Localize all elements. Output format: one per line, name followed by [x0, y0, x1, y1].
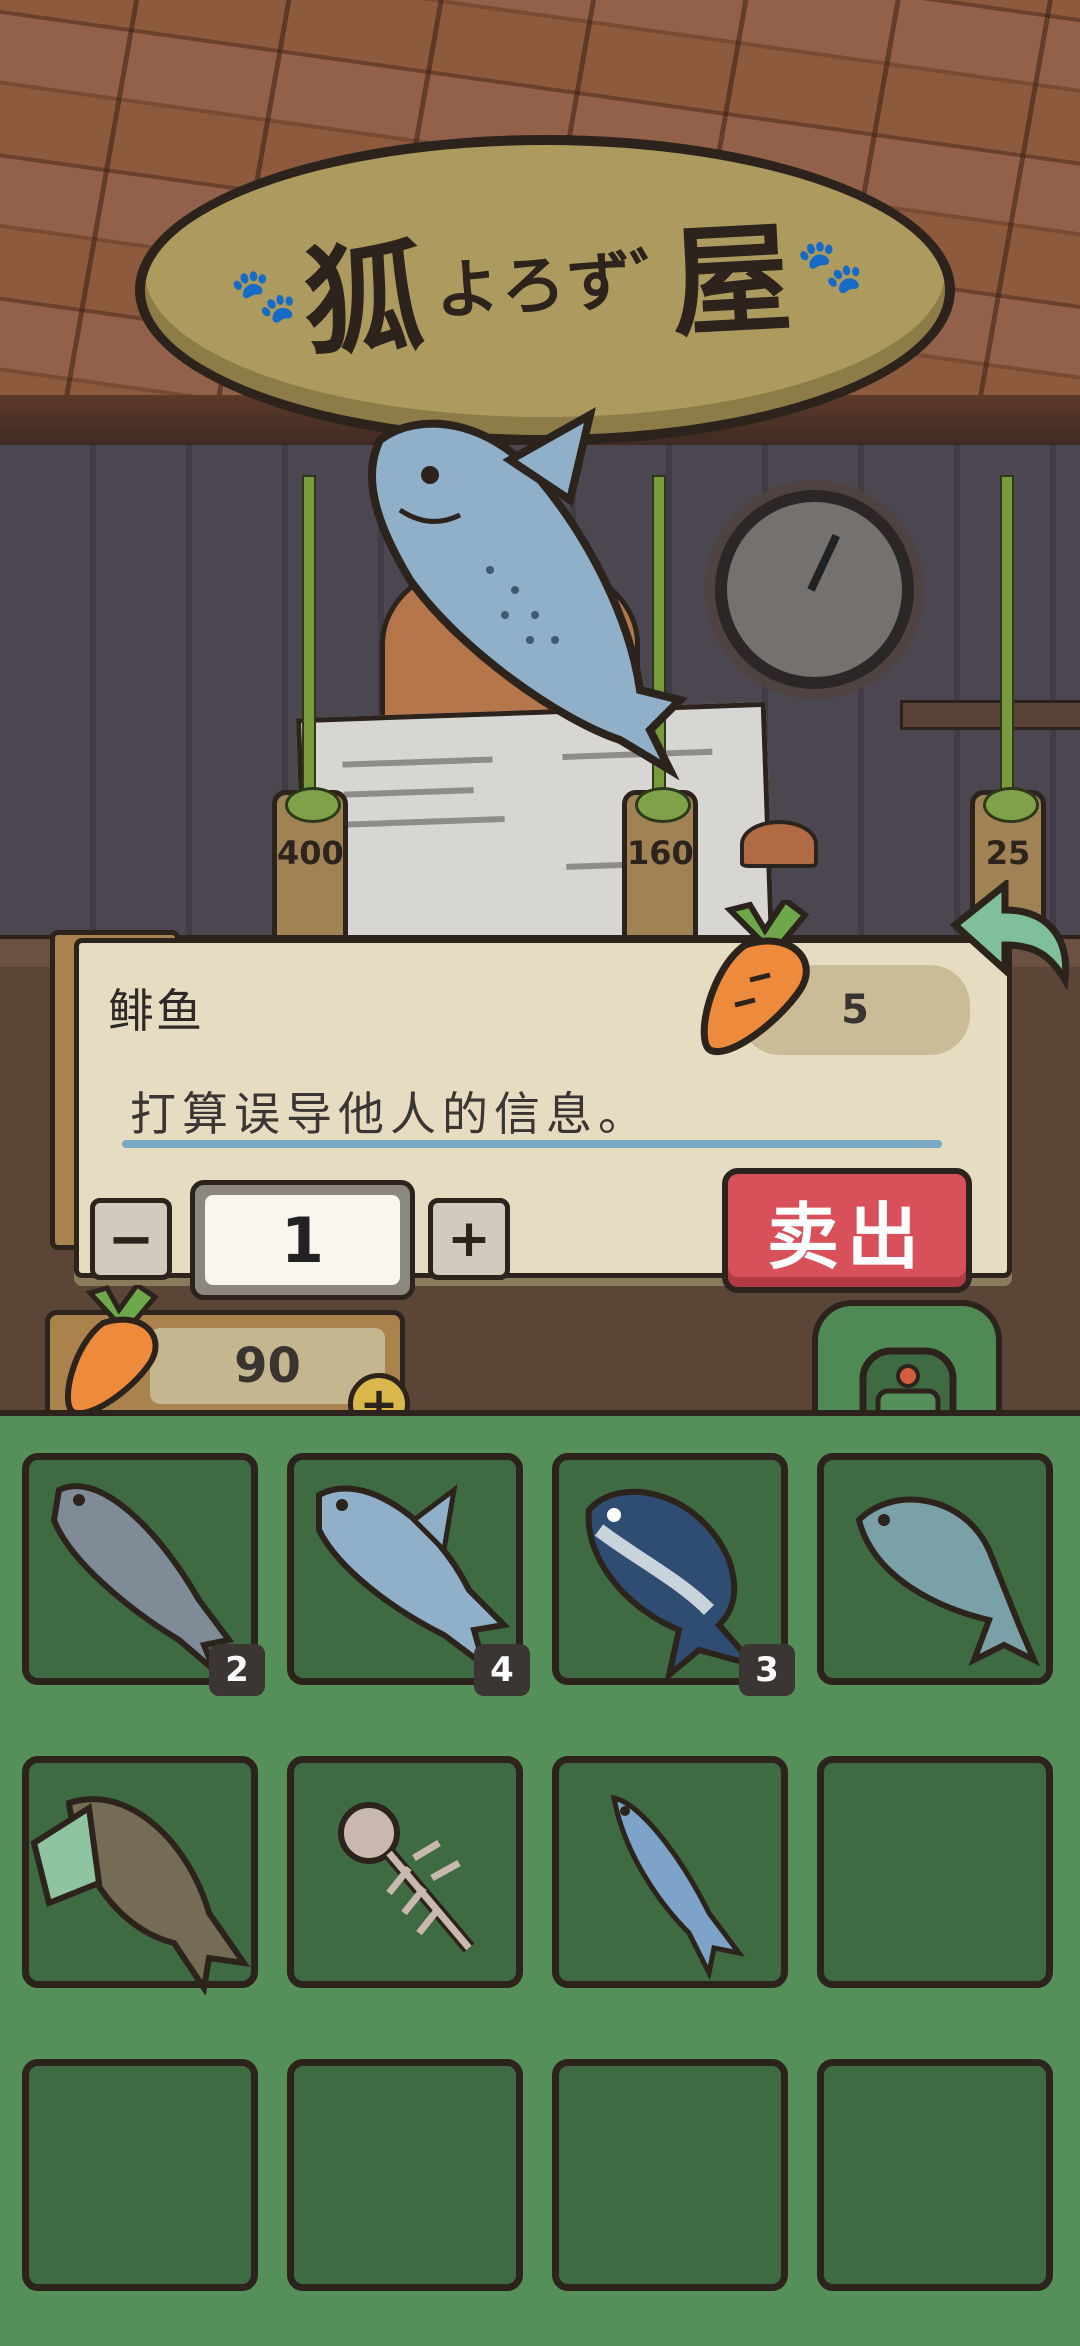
inventory-slot-empty[interactable] [817, 1756, 1053, 1988]
inventory-slot[interactable] [552, 1756, 788, 1988]
fish-bone-icon [338, 1802, 475, 1953]
carrot-icon [700, 900, 810, 1055]
sign-main-char: 狐 [300, 226, 434, 374]
back-arrow-button[interactable] [945, 880, 1075, 990]
sign-end-char: 屋 [667, 207, 801, 355]
tag-string [302, 475, 316, 799]
carrot-currency-icon [64, 1285, 159, 1417]
increase-quantity-button[interactable]: + [428, 1198, 510, 1280]
shelf [900, 700, 1080, 730]
item-count-badge: 4 [474, 1644, 530, 1696]
description-underline [122, 1140, 942, 1148]
item-description: 打算误导他人的信息。 [130, 1087, 650, 1141]
item-count-badge: 2 [209, 1644, 265, 1696]
shop-sign-title: 🐾 狐 よろずﾞ 屋 🐾 [197, 192, 903, 374]
inventory-slot[interactable]: 4 [287, 1453, 530, 1696]
tag-string [1000, 475, 1014, 799]
inventory-slot[interactable]: 2 [22, 1453, 265, 1696]
inventory-slot[interactable]: 3 [552, 1453, 795, 1696]
sardine-fish-icon [855, 1496, 1040, 1667]
inventory-slot[interactable] [817, 1453, 1053, 1685]
price-tag-text: 400 [277, 834, 344, 872]
mushroom-icon [740, 820, 818, 868]
item-count-badge: 3 [739, 1644, 795, 1696]
inventory-slot[interactable] [22, 1756, 258, 1995]
paw-print-icon: 🐾 [794, 230, 872, 299]
selected-fish-icon [368, 407, 688, 780]
price-tag-text: 160 [627, 834, 694, 872]
inventory-slot-empty[interactable] [22, 2059, 258, 2291]
inventory-slot-empty[interactable] [552, 2059, 788, 2291]
catfish-fish-icon [30, 1796, 251, 1995]
paw-print-icon: 🐾 [228, 260, 305, 329]
quantity-stepper: 1 [190, 1180, 415, 1300]
quantity-value: 1 [205, 1195, 400, 1285]
inventory-slot-empty[interactable] [287, 2059, 523, 2291]
sell-button[interactable]: 卖出 [722, 1168, 972, 1293]
inventory-slot-empty[interactable] [817, 2059, 1053, 2291]
small-fish-icon [610, 1794, 745, 1981]
decrease-quantity-button[interactable]: − [90, 1198, 172, 1280]
item-name: 鲱鱼 [108, 984, 204, 1038]
sign-small-text: よろずﾞ [433, 242, 668, 329]
inventory-slot[interactable] [287, 1756, 523, 1988]
price-tag-text: 25 [985, 834, 1031, 872]
